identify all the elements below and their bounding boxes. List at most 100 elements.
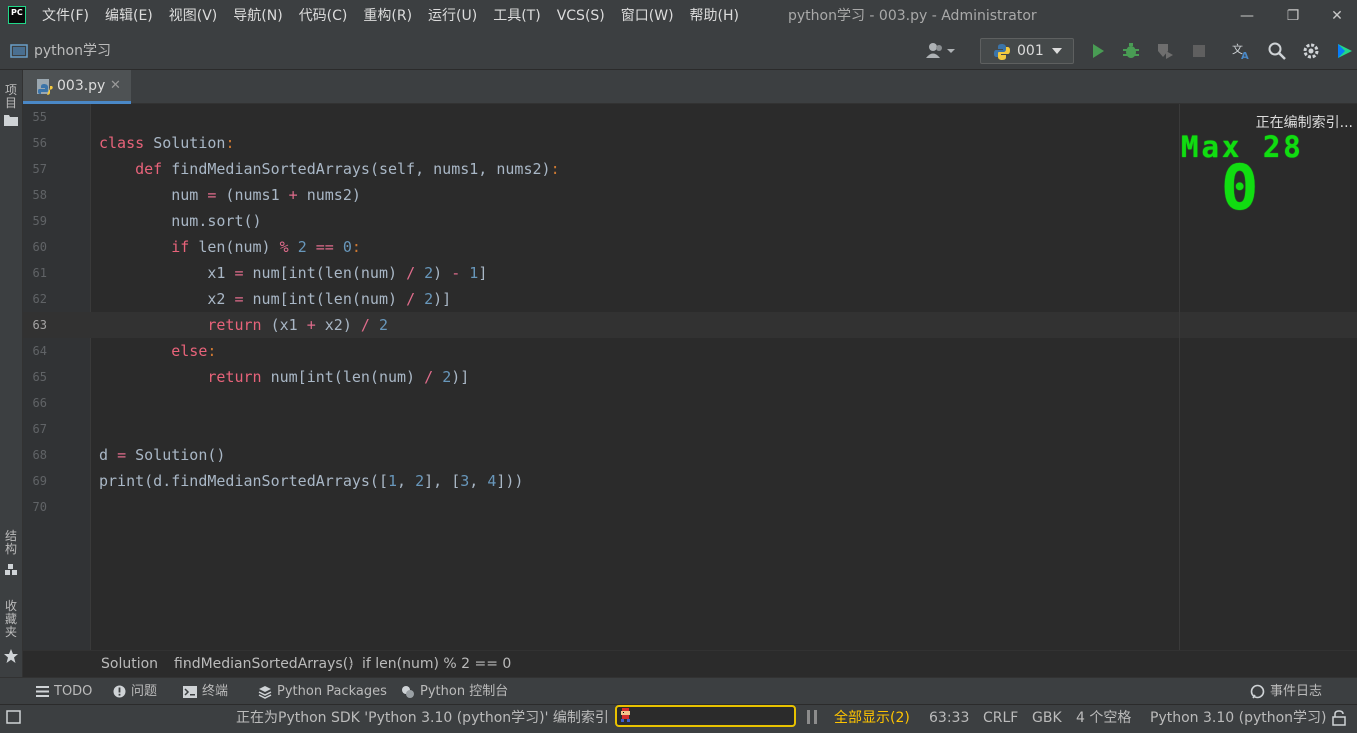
lock-icon[interactable] [1332, 710, 1346, 726]
close-window-button[interactable]: ✕ [1315, 0, 1357, 32]
menu-item[interactable]: 视图(V) [161, 0, 226, 32]
indent-setting[interactable]: 4 个空格 [1076, 705, 1131, 731]
mario-progress-icon [621, 708, 630, 722]
panel-toggle-icon[interactable] [6, 710, 21, 724]
problems-tool-button[interactable]: 问题 [113, 678, 157, 705]
code-token: : [351, 238, 361, 256]
code-token: 2 [297, 238, 307, 256]
menu-item[interactable]: 运行(U) [420, 0, 485, 32]
show-all-button[interactable]: 全部显示(2) [834, 705, 910, 731]
coverage-icon[interactable] [1155, 41, 1175, 61]
code-line[interactable]: 58 num = (nums1 + nums2) [23, 182, 1357, 208]
code-line[interactable]: 63 return (x1 + x2) / 2 [23, 312, 1357, 338]
menu-item[interactable]: 导航(N) [225, 0, 290, 32]
code-token: class [99, 134, 154, 152]
code-text: num.sort() [99, 208, 261, 234]
menu-item[interactable]: 文件(F) [34, 0, 97, 32]
indexing-progress-bar[interactable] [615, 705, 796, 727]
python-console-label: Python 控制台 [420, 684, 509, 699]
breadcrumb-condition[interactable]: if len(num) % 2 == 0 [362, 651, 511, 677]
code-line[interactable]: 62 x2 = num[int(len(num) / 2)] [23, 286, 1357, 312]
code-text: return (x1 + x2) / 2 [99, 312, 388, 338]
line-separator[interactable]: CRLF [983, 705, 1018, 731]
stop-icon[interactable] [1189, 41, 1209, 61]
close-tab-icon[interactable]: ✕ [110, 70, 121, 102]
code-line[interactable]: 60 if len(num) % 2 == 0: [23, 234, 1357, 260]
code-token: , [469, 472, 488, 490]
breadcrumb-method[interactable]: findMedianSortedArrays() [174, 651, 354, 677]
code-line[interactable]: 66 [23, 390, 1357, 416]
menu-item[interactable]: 编辑(E) [97, 0, 161, 32]
code-token: = [234, 290, 244, 308]
code-token: )] [451, 368, 470, 386]
code-line[interactable]: 57 def findMedianSortedArrays(self, nums… [23, 156, 1357, 182]
code-line[interactable]: 64 else: [23, 338, 1357, 364]
minimize-button[interactable]: — [1225, 0, 1269, 32]
menu-item[interactable]: VCS(S) [549, 0, 613, 32]
code-line[interactable]: 59 num.sort() [23, 208, 1357, 234]
python-interpreter[interactable]: Python 3.10 (python学习) [1150, 705, 1327, 731]
code-text: print(d.findMedianSortedArrays([1, 2], [… [99, 468, 523, 494]
update-icon[interactable] [1335, 41, 1355, 61]
debug-icon[interactable] [1121, 41, 1141, 61]
translate-icon[interactable]: 文A [1232, 41, 1252, 61]
account-icon[interactable] [924, 41, 958, 61]
code-line[interactable]: 68 d = Solution() [23, 442, 1357, 468]
file-encoding[interactable]: GBK [1032, 705, 1062, 731]
code-text: x2 = num[int(len(num) / 2)] [99, 286, 451, 312]
title-bar: PC 文件(F) 编辑(E) 视图(V) 导航(N) 代码(C) 重构(R) 运行(U) 工具… [0, 0, 1357, 32]
menu-item[interactable]: 窗口(W) [613, 0, 682, 32]
caret-position[interactable]: 63:33 [929, 705, 969, 731]
indexing-status-message[interactable]: 正在为Python SDK 'Python 3.10 (python学习)' 编… [236, 705, 609, 731]
code-token: nums2) [297, 186, 361, 204]
line-number: 55 [32, 110, 47, 124]
menu-item[interactable]: 帮助(H) [682, 0, 747, 32]
structure-tool-tab[interactable]: 结构 [4, 530, 18, 556]
code-token: print(d.findMedianSortedArrays([ [99, 472, 388, 490]
run-icon[interactable] [1088, 41, 1108, 61]
python-packages-tool-button[interactable]: Python Packages [258, 678, 387, 705]
code-line[interactable]: 70 [23, 494, 1357, 520]
code-token: 3 [460, 472, 470, 490]
code-line[interactable]: 61 x1 = num[int(len(num) / 2) - 1] [23, 260, 1357, 286]
search-icon[interactable] [1267, 41, 1287, 61]
python-console-tool-button[interactable]: Python 控制台 [401, 678, 508, 705]
code-text: def findMedianSortedArrays(self, nums1, … [99, 156, 559, 182]
window-title: python学习 - 003.py - Administrator [788, 8, 1037, 24]
favorites-tool-tab[interactable]: 收藏夹 [4, 600, 18, 639]
event-log-tool-button[interactable]: 事件日志 [1250, 678, 1322, 705]
code-token: else [171, 342, 208, 360]
code-token: - [451, 264, 461, 282]
code-token: x2 [99, 290, 235, 308]
tab-003-py[interactable]: 003.py ✕ [23, 70, 131, 104]
menu-item[interactable]: 重构(R) [355, 0, 420, 32]
restore-button[interactable]: ❐ [1271, 0, 1315, 32]
code-line[interactable]: 69 print(d.findMedianSortedArrays([1, 2],… [23, 468, 1357, 494]
code-token: / [424, 368, 434, 386]
breadcrumb-class[interactable]: Solution [101, 651, 158, 677]
run-config-selector[interactable]: 001 [980, 38, 1074, 64]
code-line[interactable]: 56 class Solution: [23, 130, 1357, 156]
code-token: 4 [487, 472, 497, 490]
todo-tool-button[interactable]: TODO [36, 678, 92, 705]
code-editor[interactable]: 55 56 class Solution: 57 def findMedianSort… [23, 104, 1357, 650]
menu-item[interactable]: 工具(T) [485, 0, 548, 32]
code-text: return num[int(len(num) / 2)] [99, 364, 469, 390]
line-number: 60 [32, 240, 47, 254]
code-line[interactable]: 55 [23, 104, 1357, 130]
project-name[interactable]: python学习 [34, 32, 111, 70]
code-token: (self, nums1, nums2) [369, 160, 551, 178]
pause-icon[interactable] [806, 709, 818, 725]
code-line[interactable]: 65 return num[int(len(num) / 2)] [23, 364, 1357, 390]
menu-item[interactable]: 代码(C) [291, 0, 356, 32]
code-line[interactable]: 67 [23, 416, 1357, 442]
code-text: d = Solution() [99, 442, 225, 468]
project-tool-tab[interactable]: 项目 [4, 84, 18, 110]
code-token: : [207, 342, 217, 360]
settings-icon[interactable] [1301, 41, 1321, 61]
terminal-tool-button[interactable]: 终端 [183, 678, 228, 705]
